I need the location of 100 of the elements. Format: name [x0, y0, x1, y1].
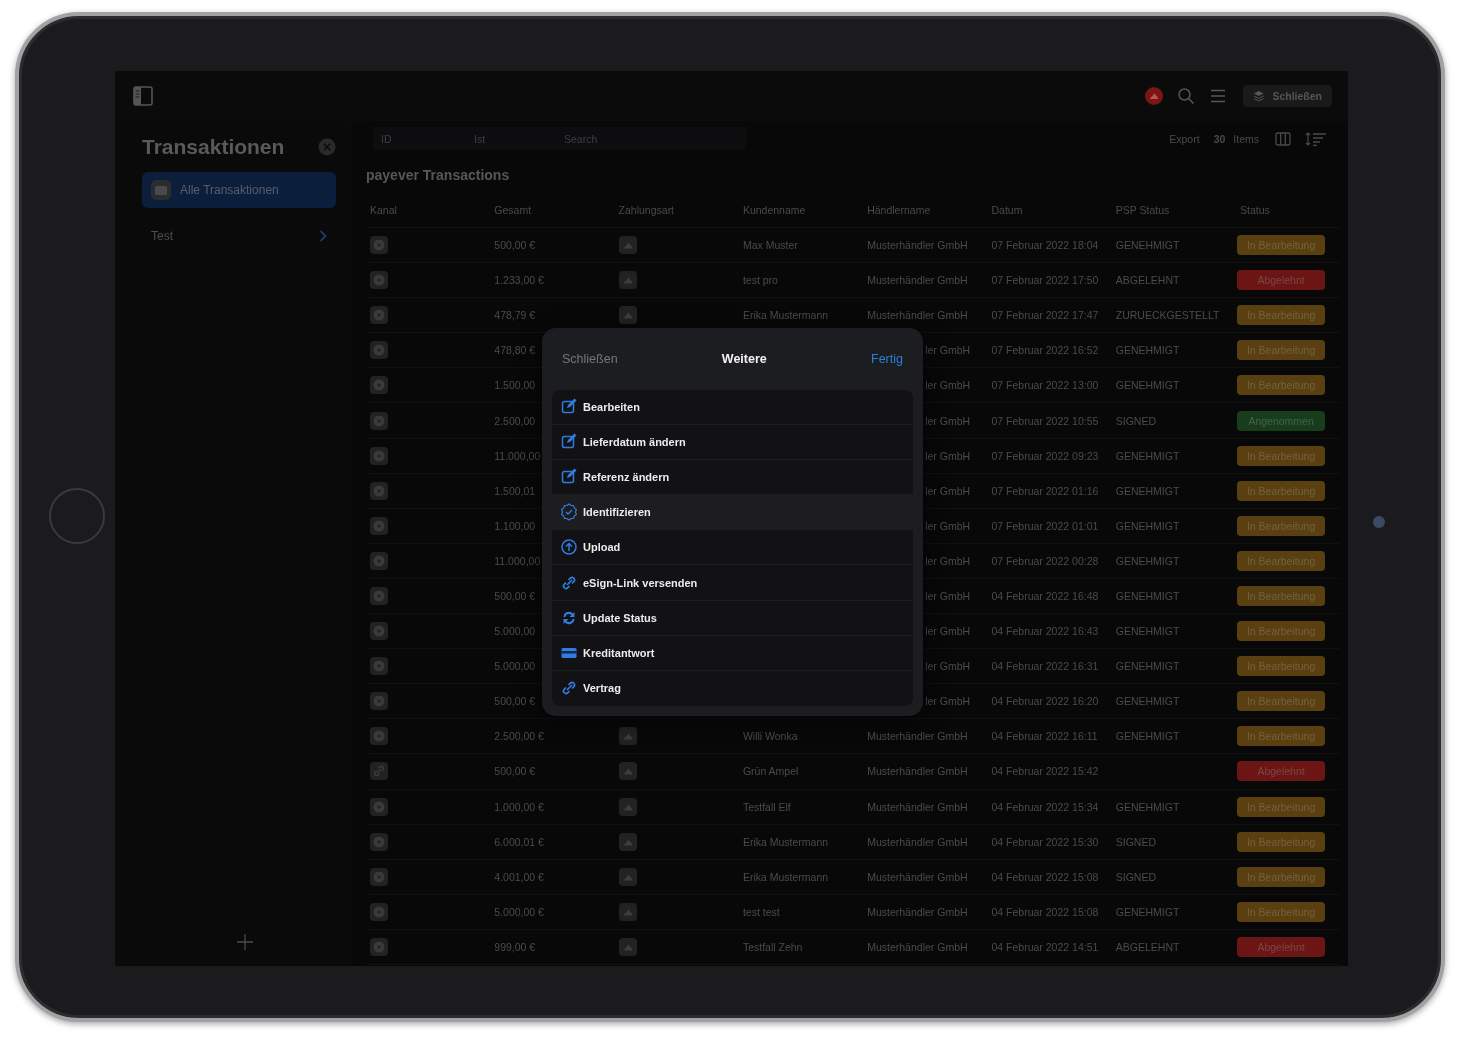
columns-icon[interactable]	[1275, 131, 1291, 146]
column-header[interactable]: Kundenname	[738, 204, 806, 216]
table-cell-text: GENEHMIGT	[1114, 344, 1180, 357]
table-cell-text: Willi Wonka	[741, 730, 798, 743]
table-cell-text: Testfall Zehn	[741, 940, 803, 953]
column-header[interactable]: Status	[1236, 204, 1270, 216]
items-label: Items	[1233, 132, 1259, 145]
done-button[interactable]: Fertig	[871, 352, 903, 366]
column-header[interactable]: Händlername	[863, 204, 931, 216]
table-cell-text: 07 Februar 2022 01:16	[990, 484, 1099, 497]
search-icon[interactable]	[1177, 87, 1195, 105]
sidebar-item[interactable]: Test	[142, 218, 336, 254]
table-cell-text: Erika Mustermann	[741, 870, 829, 883]
menu-item[interactable]: eSign-Link versenden	[552, 565, 913, 601]
table-cell-text: 999,00 €	[493, 940, 536, 953]
table-cell-text: Musterhändler GmbH	[866, 940, 968, 953]
table-cell-text: ler GmbH	[924, 695, 971, 708]
table-cell-text: SIGNED	[1114, 414, 1157, 427]
table-cell-text: ler GmbH	[924, 344, 971, 357]
close-button[interactable]: Schließen	[1243, 85, 1332, 107]
table-cell-text: 4.001,00 €	[493, 870, 544, 883]
menu-icon[interactable]	[1209, 87, 1227, 105]
table-cell-text: 07 Februar 2022 00:28	[990, 554, 1099, 567]
table-cell-text: Musterhändler GmbH	[866, 870, 968, 883]
table-cell-text: GENEHMIGT	[1114, 519, 1180, 532]
table-cell-text: 1.000,00 €	[493, 800, 544, 813]
table-cell-text: Musterhändler GmbH	[866, 309, 968, 322]
table-cell-text: 07 Februar 2022 01:01	[990, 519, 1099, 532]
table-cell-text: 478,80 €	[493, 344, 536, 357]
table-cell-text: GENEHMIGT	[1114, 660, 1180, 673]
cancel-button[interactable]: Schließen	[562, 352, 618, 366]
table-cell-text: 04 Februar 2022 16:43	[990, 625, 1099, 638]
table-cell-text: ler GmbH	[924, 449, 971, 462]
table-cell-text: GENEHMIGT	[1114, 239, 1180, 252]
table-cell-text: GENEHMIGT	[1114, 379, 1180, 392]
table-cell-text: 2.500,00	[493, 414, 536, 427]
menu-item[interactable]: Lieferdatum ändern	[552, 425, 913, 461]
table-cell-text: ABGELEHNT	[1114, 940, 1180, 953]
table-cell-text: GENEHMIGT	[1114, 625, 1180, 638]
table-cell-text: 07 Februar 2022 18:04	[990, 239, 1099, 252]
table-cell-text: GENEHMIGT	[1114, 449, 1180, 462]
folder-icon	[151, 180, 171, 200]
table-cell-text: ler GmbH	[924, 414, 971, 427]
table-cell-text: Max Muster	[741, 239, 798, 252]
table-cell-text: ler GmbH	[924, 554, 971, 567]
menu-item[interactable]: Identifizieren	[552, 495, 913, 531]
upload-icon	[561, 538, 577, 557]
sidebar-toggle-icon[interactable]	[133, 86, 153, 106]
menu-item[interactable]: Kreditantwort	[552, 635, 913, 671]
column-header[interactable]: Zahlungsart	[614, 204, 675, 216]
table-cell-text: 07 Februar 2022 09:23	[990, 449, 1099, 462]
table-cell-text: 1.500,00	[493, 379, 536, 392]
menu-item[interactable]: Upload	[552, 530, 913, 566]
table-cell-text: SIGNED	[1114, 870, 1157, 883]
column-header[interactable]: Gesamt	[490, 204, 532, 216]
table-cell-text: 1.100,00	[493, 519, 536, 532]
export-link[interactable]: Export	[1169, 132, 1200, 145]
sidebar-title: Transaktionen	[142, 135, 285, 159]
table-cell-text: 6.000,01 €	[493, 835, 544, 848]
table-cell-text: ler GmbH	[924, 484, 971, 497]
sidebar-item[interactable]: Alle Transaktionen	[142, 172, 336, 208]
table-cell-text: GENEHMIGT	[1114, 695, 1180, 708]
table-cell-text: ler GmbH	[924, 625, 971, 638]
table-cell-text: 500,00 €	[493, 695, 536, 708]
sort-icon[interactable]	[1305, 131, 1327, 146]
item-count: 30	[1213, 132, 1226, 145]
table-cell-text: 04 Februar 2022 14:51	[990, 940, 1099, 953]
table-cell-text: 5.000,00	[493, 660, 536, 673]
menu-item[interactable]: Vertrag	[552, 670, 913, 706]
column-header[interactable]: Kanal	[366, 204, 397, 216]
plus-icon[interactable]	[237, 934, 253, 950]
table-cell-text: 04 Februar 2022 15:08	[990, 905, 1099, 918]
table-cell-text: ler GmbH	[924, 590, 971, 602]
table-cell-text: Musterhändler GmbH	[866, 835, 968, 848]
camera-icon	[1373, 516, 1385, 528]
table-cell-text: test test	[741, 905, 780, 918]
table-title: payever Transactions	[366, 166, 511, 184]
table-cell-text: 500,00 €	[493, 590, 536, 602]
menu-item[interactable]: Update Status	[552, 600, 913, 636]
table-cell-text: Musterhändler GmbH	[866, 274, 968, 287]
table-cell-text: 04 Februar 2022 16:11	[990, 730, 1098, 743]
menu-item[interactable]: Bearbeiten	[552, 390, 913, 426]
table-cell-text: 04 Februar 2022 16:20	[990, 695, 1099, 708]
disc-icon	[370, 587, 388, 605]
table-cell-text: 04 Februar 2022 15:34	[990, 800, 1099, 813]
layers-icon	[1253, 89, 1265, 103]
table-cell-text: GENEHMIGT	[1114, 730, 1180, 743]
table-cell-text: Musterhändler GmbH	[866, 730, 968, 743]
table-cell-text: 11.000,00	[493, 554, 541, 567]
table-cell-text: SIGNED	[1114, 835, 1157, 848]
table-cell-text: 07 Februar 2022 10:55	[990, 414, 1099, 427]
table-cell-text: 2.500,00 €	[493, 730, 544, 743]
column-header[interactable]: PSP Status	[1111, 204, 1170, 216]
table-cell-text: 07 Februar 2022 13:00	[990, 379, 1099, 392]
table-cell-text: ZURUECKGESTELLT	[1114, 309, 1220, 322]
table-cell-text: 04 Februar 2022 15:08	[990, 870, 1099, 883]
table-cell-text: 11.000,00	[493, 449, 541, 462]
column-header[interactable]: Datum	[987, 204, 1023, 216]
table-cell-text: Erika Mustermann	[741, 309, 829, 322]
table-cell-text: ler GmbH	[924, 379, 971, 392]
